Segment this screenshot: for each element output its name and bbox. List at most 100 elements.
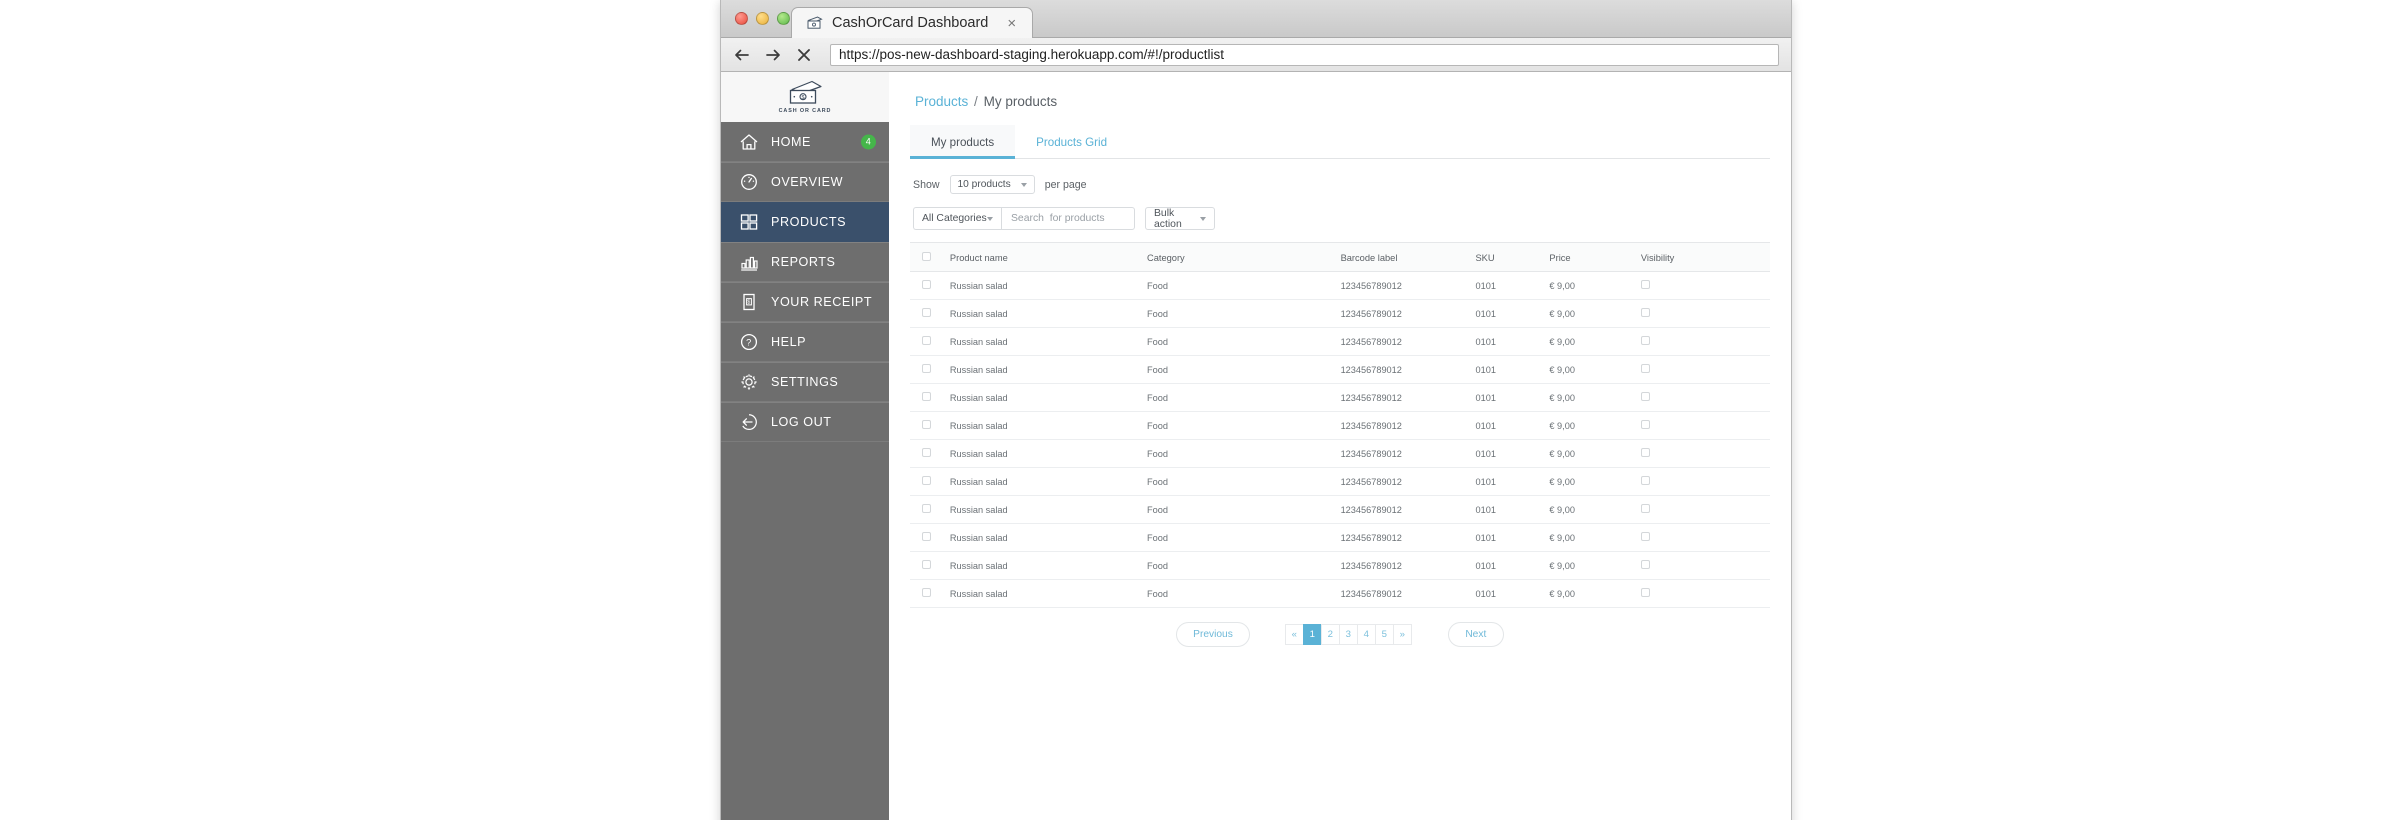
table-row[interactable]: Russian salad Food 123456789012 0101 € 9,00 (910, 271, 1770, 300)
browser-tab[interactable]: CashOrCard Dashboard × (791, 7, 1034, 38)
chevron-down-icon (987, 216, 993, 221)
visibility-checkbox[interactable] (1640, 420, 1650, 429)
next-page-button[interactable]: Next (1447, 622, 1504, 647)
table-row[interactable]: Russian salad Food 123456789012 0101 € 9,00 (910, 411, 1770, 440)
tab-products-grid[interactable]: Products Grid (1015, 125, 1128, 158)
cell-visibility (1640, 579, 1770, 608)
sidebar-item-overview[interactable]: OVERVIEW (721, 162, 889, 202)
column-header-barcode[interactable]: Barcode label (1340, 242, 1476, 272)
sidebar-item-help[interactable]: ? HELP (721, 322, 889, 362)
brand-logo[interactable]: $ CASH OR CARD (721, 72, 889, 122)
cell-visibility (1640, 271, 1770, 300)
table-row[interactable]: Russian salad Food 123456789012 0101 € 9,00 (910, 439, 1770, 468)
row-select-checkbox[interactable] (922, 476, 931, 485)
sidebar-item-your-receipt[interactable]: $ YOUR RECEIPT (721, 282, 889, 322)
per-page-select[interactable]: 10 products (949, 175, 1035, 194)
row-select-checkbox[interactable] (922, 364, 931, 373)
sidebar-item-products[interactable]: PRODUCTS (721, 202, 889, 242)
visibility-checkbox[interactable] (1640, 364, 1650, 373)
category-select[interactable]: All Categories (913, 207, 1001, 230)
visibility-checkbox[interactable] (1640, 532, 1650, 541)
table-row[interactable]: Russian salad Food 123456789012 0101 € 9,00 (910, 383, 1770, 412)
sidebar-item-settings[interactable]: SETTINGS (721, 362, 889, 402)
gauge-icon (738, 171, 760, 193)
table-row[interactable]: Russian salad Food 123456789012 0101 € 9,00 (910, 495, 1770, 524)
minimize-window-button[interactable] (756, 12, 769, 25)
last-page-button[interactable]: » (1392, 624, 1412, 645)
column-header-category[interactable]: Category (1146, 242, 1341, 272)
visibility-checkbox[interactable] (1640, 560, 1650, 569)
row-select-checkbox[interactable] (922, 420, 931, 429)
page-button-2[interactable]: 2 (1320, 624, 1340, 645)
sidebar-item-log-out[interactable]: LOG OUT (721, 402, 889, 442)
maximize-window-button[interactable] (777, 12, 790, 25)
row-select-checkbox[interactable] (922, 308, 931, 317)
bulk-action-select[interactable]: Bulk action (1145, 207, 1215, 230)
row-select-checkbox[interactable] (922, 448, 931, 457)
cell-product-name: Russian salad (949, 495, 1147, 524)
cell-price: € 9,00 (1549, 355, 1641, 384)
row-select-cell (910, 411, 950, 440)
back-arrow-icon[interactable] (733, 46, 751, 64)
cell-price: € 9,00 (1549, 551, 1641, 580)
first-page-button[interactable]: « (1284, 624, 1304, 645)
gear-icon (738, 371, 760, 393)
visibility-checkbox[interactable] (1640, 336, 1650, 345)
table-row[interactable]: Russian salad Food 123456789012 0101 € 9,00 (910, 355, 1770, 384)
row-select-checkbox[interactable] (922, 392, 931, 401)
breadcrumb: Products / My products (910, 90, 1770, 125)
table-row[interactable]: Russian salad Food 123456789012 0101 € 9,00 (910, 551, 1770, 580)
column-header-sku[interactable]: SKU (1475, 242, 1550, 272)
visibility-checkbox[interactable] (1640, 504, 1650, 513)
row-select-checkbox[interactable] (922, 504, 931, 513)
row-select-cell (910, 327, 950, 356)
visibility-checkbox[interactable] (1640, 448, 1650, 457)
url-input[interactable] (839, 47, 1770, 62)
visibility-checkbox[interactable] (1640, 392, 1650, 401)
address-bar[interactable] (830, 43, 1779, 66)
table-row[interactable]: Russian salad Food 123456789012 0101 € 9,00 (910, 299, 1770, 328)
page-viewport: $ CASH OR CARD HOME 4 OVERVIEW PRODUCTS … (721, 72, 1791, 820)
cell-barcode: 123456789012 (1340, 495, 1476, 524)
products-table: Product name Category Barcode label SKU … (910, 242, 1770, 608)
row-select-cell (910, 551, 950, 580)
row-select-checkbox[interactable] (922, 336, 931, 345)
row-select-checkbox[interactable] (922, 280, 931, 289)
cell-visibility (1640, 327, 1770, 356)
row-select-checkbox[interactable] (922, 588, 931, 597)
visibility-checkbox[interactable] (1640, 308, 1650, 317)
per-page-value: 10 products (957, 179, 1011, 190)
row-select-checkbox[interactable] (922, 532, 931, 541)
forward-arrow-icon[interactable] (764, 46, 782, 64)
previous-page-button[interactable]: Previous (1176, 622, 1250, 647)
page-button-4[interactable]: 4 (1356, 624, 1376, 645)
sidebar-item-reports[interactable]: REPORTS (721, 242, 889, 282)
table-row[interactable]: Russian salad Food 123456789012 0101 € 9,00 (910, 523, 1770, 552)
visibility-checkbox[interactable] (1640, 280, 1650, 289)
table-row[interactable]: Russian salad Food 123456789012 0101 € 9,00 (910, 467, 1770, 496)
page-button-3[interactable]: 3 (1338, 624, 1358, 645)
tab-my-products[interactable]: My products (910, 125, 1016, 159)
sidebar-item-label: HELP (771, 335, 807, 349)
table-row[interactable]: Russian salad Food 123456789012 0101 € 9,00 (910, 579, 1770, 608)
visibility-checkbox[interactable] (1640, 588, 1650, 597)
page-button-1[interactable]: 1 (1302, 624, 1322, 645)
select-all-checkbox[interactable] (922, 252, 931, 261)
search-input[interactable] (1011, 213, 1125, 224)
cell-sku: 0101 (1475, 327, 1550, 356)
column-header-visibility[interactable]: Visibility (1640, 242, 1770, 272)
sidebar-item-home[interactable]: HOME 4 (721, 122, 889, 162)
close-tab-icon[interactable]: × (1007, 16, 1016, 31)
column-header-product-name[interactable]: Product name (949, 242, 1147, 272)
row-select-checkbox[interactable] (922, 560, 931, 569)
search-box[interactable] (1001, 207, 1135, 230)
breadcrumb-root[interactable]: Products (915, 94, 968, 109)
column-header-price[interactable]: Price (1549, 242, 1641, 272)
category-value: All Categories (922, 213, 987, 224)
table-row[interactable]: Russian salad Food 123456789012 0101 € 9,00 (910, 327, 1770, 356)
page-button-5[interactable]: 5 (1374, 624, 1394, 645)
stop-loading-icon[interactable] (795, 46, 813, 64)
cell-barcode: 123456789012 (1340, 383, 1476, 412)
visibility-checkbox[interactable] (1640, 476, 1650, 485)
close-window-button[interactable] (735, 12, 748, 25)
